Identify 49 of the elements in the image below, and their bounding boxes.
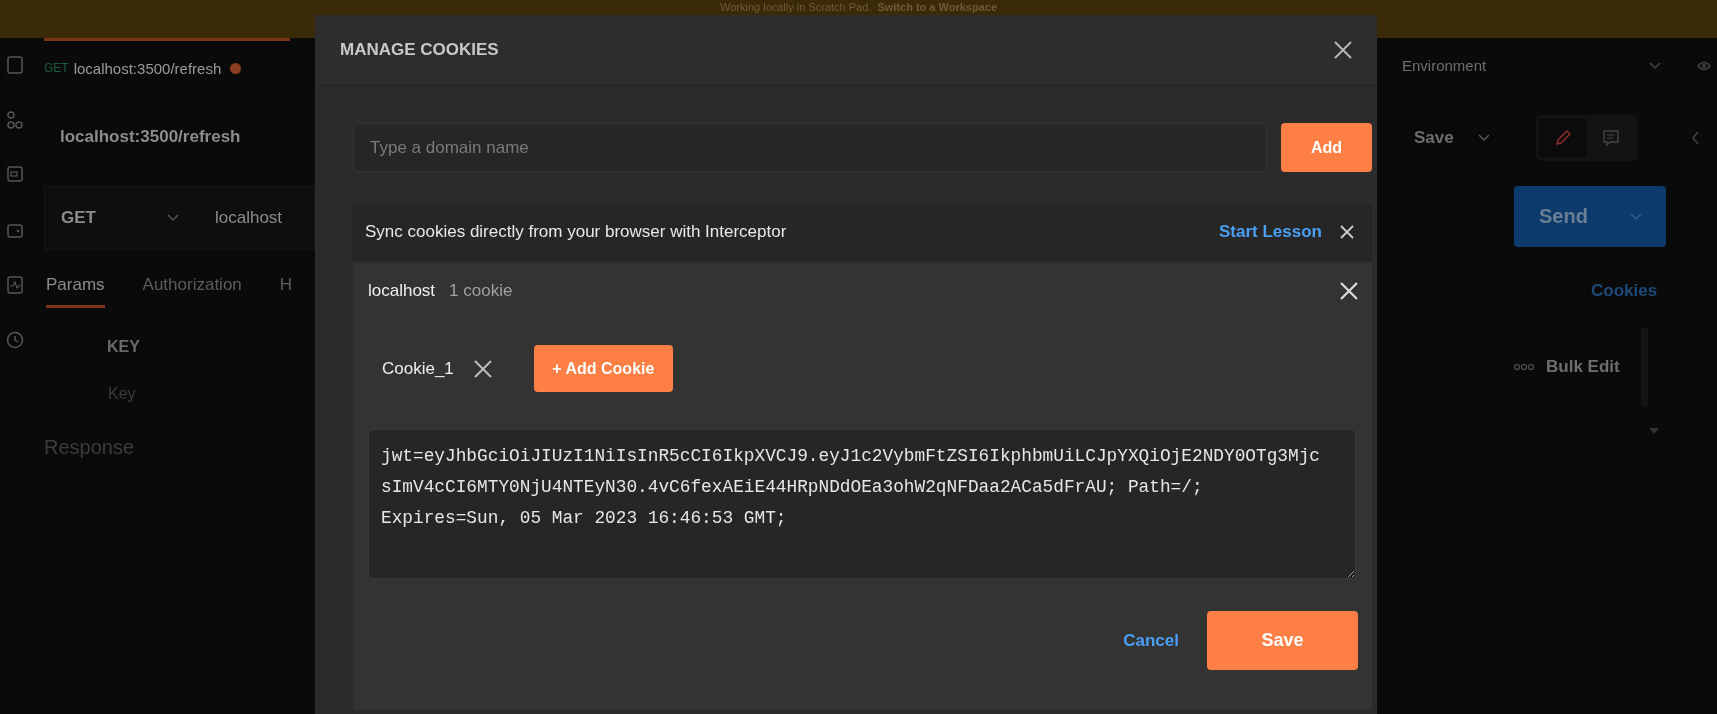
screen-icon[interactable]: [7, 166, 23, 184]
add-button[interactable]: Add: [1281, 123, 1372, 172]
chevron-icon: [1649, 61, 1661, 70]
triangle-icon[interactable]: [1648, 427, 1660, 435]
cancel-link[interactable]: Cancel: [1123, 630, 1179, 651]
send-button[interactable]: Send: [1514, 186, 1666, 247]
close-icon[interactable]: [1340, 225, 1354, 239]
chevron-icon: [1630, 212, 1642, 221]
document-icon[interactable]: [7, 56, 23, 74]
request-tab-item[interactable]: Params: [46, 275, 105, 308]
cookies-link[interactable]: Cookies: [1591, 281, 1658, 300]
close-icon[interactable]: [473, 359, 492, 378]
request-tab-item[interactable]: Authorization: [142, 275, 242, 308]
close-icon[interactable]: [1334, 41, 1352, 59]
tab-title: localhost:3500/refresh: [73, 59, 222, 77]
pencil-button[interactable]: [1538, 118, 1587, 158]
request-tab-item[interactable]: H: [279, 275, 293, 308]
chevron-icon: [1477, 134, 1490, 142]
domain-input-field[interactable]: Type a domain name: [353, 123, 1267, 172]
cookie-editor-field[interactable]: jwt=eyJhbGciOiJIUzI1NiIsInR5cCI6IkpXVCJ9.eyJ1c2VybmFtZSI6IkphbmUiLCJpYXQiOjE2NDY0OTg3MjcsImV4cCI6MTY0NjU4NTEyN30.4vC6fexAEiE44HRpNDdOEa3ohW2qNFDaa2ACa5dFrAU; Path=/; Expires=Sun, 05 Mar 2023 16:46:53 GMT;: [368, 429, 1356, 579]
interceptor-text: Sync cookies directly from your browser with Interceptor: [365, 222, 788, 242]
dialog-title: MANAGE COOKIES: [340, 40, 499, 60]
pencil-icon: [1553, 129, 1572, 147]
cookie-name[interactable]: Cookie_1: [382, 358, 454, 379]
method-dropdown[interactable]: GET: [45, 187, 195, 249]
add-cookie-button[interactable]: + Add Cookie: [533, 345, 673, 392]
code-icon[interactable]: [1690, 130, 1701, 146]
more-icon[interactable]: [1513, 363, 1535, 371]
comment-icon: [1601, 129, 1620, 147]
wallet-icon[interactable]: [7, 221, 23, 239]
clock-icon[interactable]: [6, 331, 24, 349]
save-button[interactable]: Save: [1414, 128, 1454, 148]
save-button[interactable]: Save: [1207, 611, 1358, 670]
close-icon[interactable]: [1340, 281, 1358, 300]
nodes-icon[interactable]: [7, 111, 23, 129]
cookie-count: 1 cookie: [449, 280, 514, 301]
bulk-edit-link[interactable]: Bulk Edit: [1546, 357, 1620, 377]
start-lesson-link[interactable]: Start Lesson: [1219, 222, 1322, 242]
chevron-icon: [167, 214, 179, 222]
pulse-icon[interactable]: [7, 276, 23, 294]
environment-dropdown[interactable]: Environment: [1402, 57, 1649, 74]
request-tab[interactable]: GET localhost:3500/refresh: [44, 38, 290, 93]
request-title: localhost:3500/refresh: [59, 127, 242, 148]
method-label: GET: [44, 61, 69, 75]
column-header: KEY: [106, 338, 141, 356]
domain-name: localhost: [368, 280, 436, 301]
eye-icon[interactable]: [1697, 59, 1711, 72]
url-field[interactable]: localhost: [195, 208, 283, 228]
unsaved-dot: [230, 62, 242, 74]
